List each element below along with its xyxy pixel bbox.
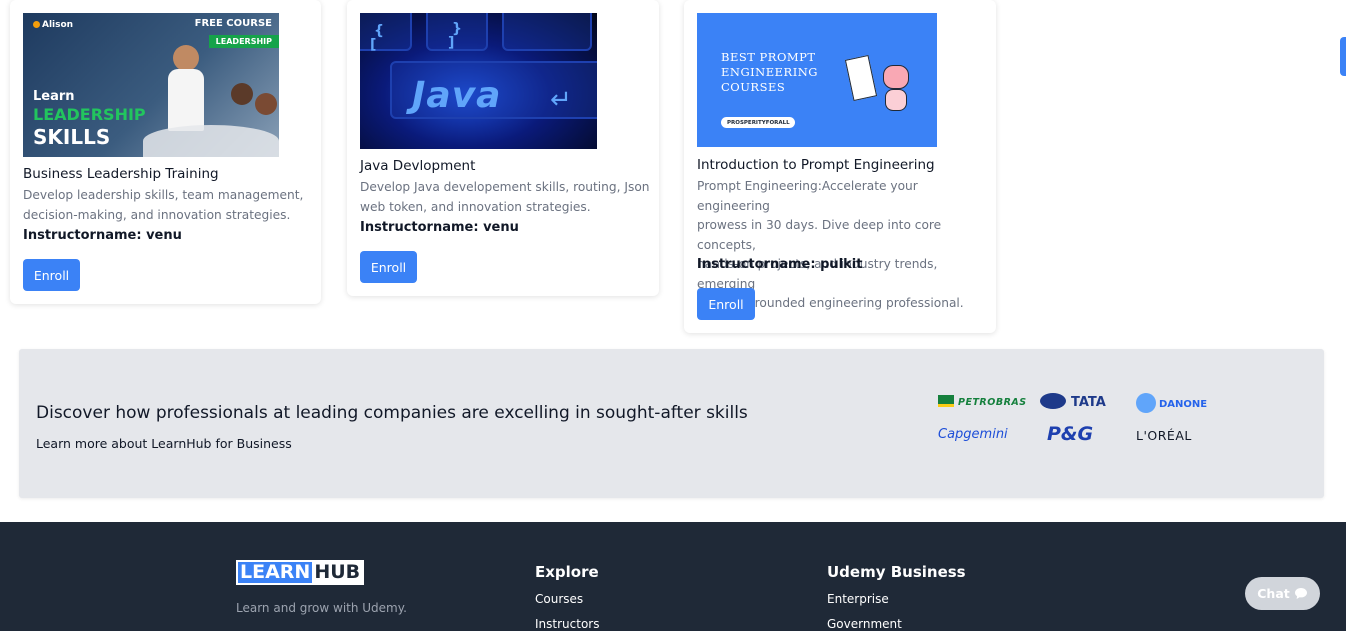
- thumb-table: [143, 125, 279, 157]
- pg-logo: P&G: [1047, 423, 1094, 445]
- learnhub-logo[interactable]: LEARN HUB: [236, 560, 365, 585]
- thumb-brace: [: [370, 37, 377, 53]
- udemy-business-heading: Udemy Business: [827, 563, 966, 581]
- free-course-badge: FREE COURSE: [194, 18, 272, 29]
- footer-link-government[interactable]: Government: [827, 617, 902, 631]
- course-description: Develop leadership skills, team manageme…: [23, 188, 304, 222]
- thumb-person: [173, 45, 199, 71]
- business-link[interactable]: Learn more about LearnHub for Business: [36, 436, 292, 451]
- thumb-brace: ]: [448, 35, 455, 51]
- thumb-person-body: [168, 69, 204, 131]
- course-card: Alison FREE COURSE LEADERSHIP Learn LEAD…: [10, 0, 321, 304]
- footer-link-instructors[interactable]: Instructors: [535, 617, 599, 631]
- course-thumbnail[interactable]: Alison FREE COURSE LEADERSHIP Learn LEAD…: [23, 13, 279, 157]
- course-title: Business Leadership Training: [23, 166, 219, 182]
- thumb-person: [231, 83, 253, 105]
- course-thumbnail[interactable]: { } [ ] Java ↵: [360, 13, 597, 149]
- brand-part-hub: HUB: [312, 561, 363, 583]
- footer-link-courses[interactable]: Courses: [535, 592, 583, 606]
- thumb-text-prompt: BEST PROMPT ENGINEERING COURSES: [721, 50, 818, 94]
- enroll-button[interactable]: Enroll: [360, 251, 417, 283]
- thumb-paper: [844, 54, 878, 102]
- leadership-tag: LEADERSHIP: [208, 35, 279, 48]
- footer-link-enterprise[interactable]: Enterprise: [827, 592, 889, 606]
- capgemini-logo: Capgemini: [938, 427, 1008, 442]
- chat-button[interactable]: Chat: [1245, 577, 1320, 610]
- thumb-text-skills: SKILLS: [33, 125, 111, 149]
- thumb-search-pill: PROSPERITYFORALL: [721, 117, 795, 128]
- robot-icon: [883, 65, 909, 89]
- brand-part-learn: LEARN: [238, 561, 313, 583]
- course-instructor: Instructorname: venu: [23, 228, 182, 243]
- danone-logo: DANONE: [1136, 393, 1207, 413]
- side-scroll-tab[interactable]: [1340, 37, 1346, 76]
- thumb-text-learn: Learn: [33, 89, 75, 104]
- thumb-key: [502, 13, 592, 51]
- course-instructor: Instructorname: pulkit: [697, 257, 863, 272]
- tata-logo: TATA: [1040, 393, 1106, 410]
- thumb-text-java: Java: [412, 75, 502, 116]
- footer: LEARN HUB Learn and grow with Udemy. Exp…: [0, 522, 1346, 631]
- loreal-logo: L'ORÉAL: [1136, 428, 1192, 443]
- thumb-key: [360, 13, 412, 51]
- chat-label: Chat: [1257, 586, 1290, 601]
- course-instructor: Instructorname: venu: [360, 220, 519, 235]
- course-card: { } [ ] Java ↵ Java Devlopment Develop J…: [347, 0, 659, 296]
- enter-arrow-icon: ↵: [550, 85, 572, 115]
- chat-bubble-icon: [1294, 587, 1308, 600]
- business-banner: Discover how professionals at leading co…: [19, 349, 1324, 498]
- course-title: Java Devlopment: [360, 158, 476, 174]
- course-card: BEST PROMPT ENGINEERING COURSES PROSPERI…: [684, 0, 996, 333]
- thumb-person: [255, 93, 277, 115]
- enroll-button[interactable]: Enroll: [697, 288, 755, 320]
- explore-heading: Explore: [535, 563, 599, 581]
- petrobras-logo: PETROBRAS: [938, 395, 1027, 408]
- enroll-button[interactable]: Enroll: [23, 259, 80, 291]
- business-heading: Discover how professionals at leading co…: [36, 403, 748, 423]
- thumb-text-leadership: LEADERSHIP: [33, 105, 146, 124]
- alison-logo: Alison: [33, 20, 73, 30]
- course-title: Introduction to Prompt Engineering: [697, 157, 935, 173]
- course-description: Develop Java developement skills, routin…: [360, 180, 650, 214]
- robot-body-icon: [885, 89, 907, 111]
- course-thumbnail[interactable]: BEST PROMPT ENGINEERING COURSES PROSPERI…: [697, 13, 937, 147]
- footer-tagline: Learn and grow with Udemy.: [236, 601, 407, 615]
